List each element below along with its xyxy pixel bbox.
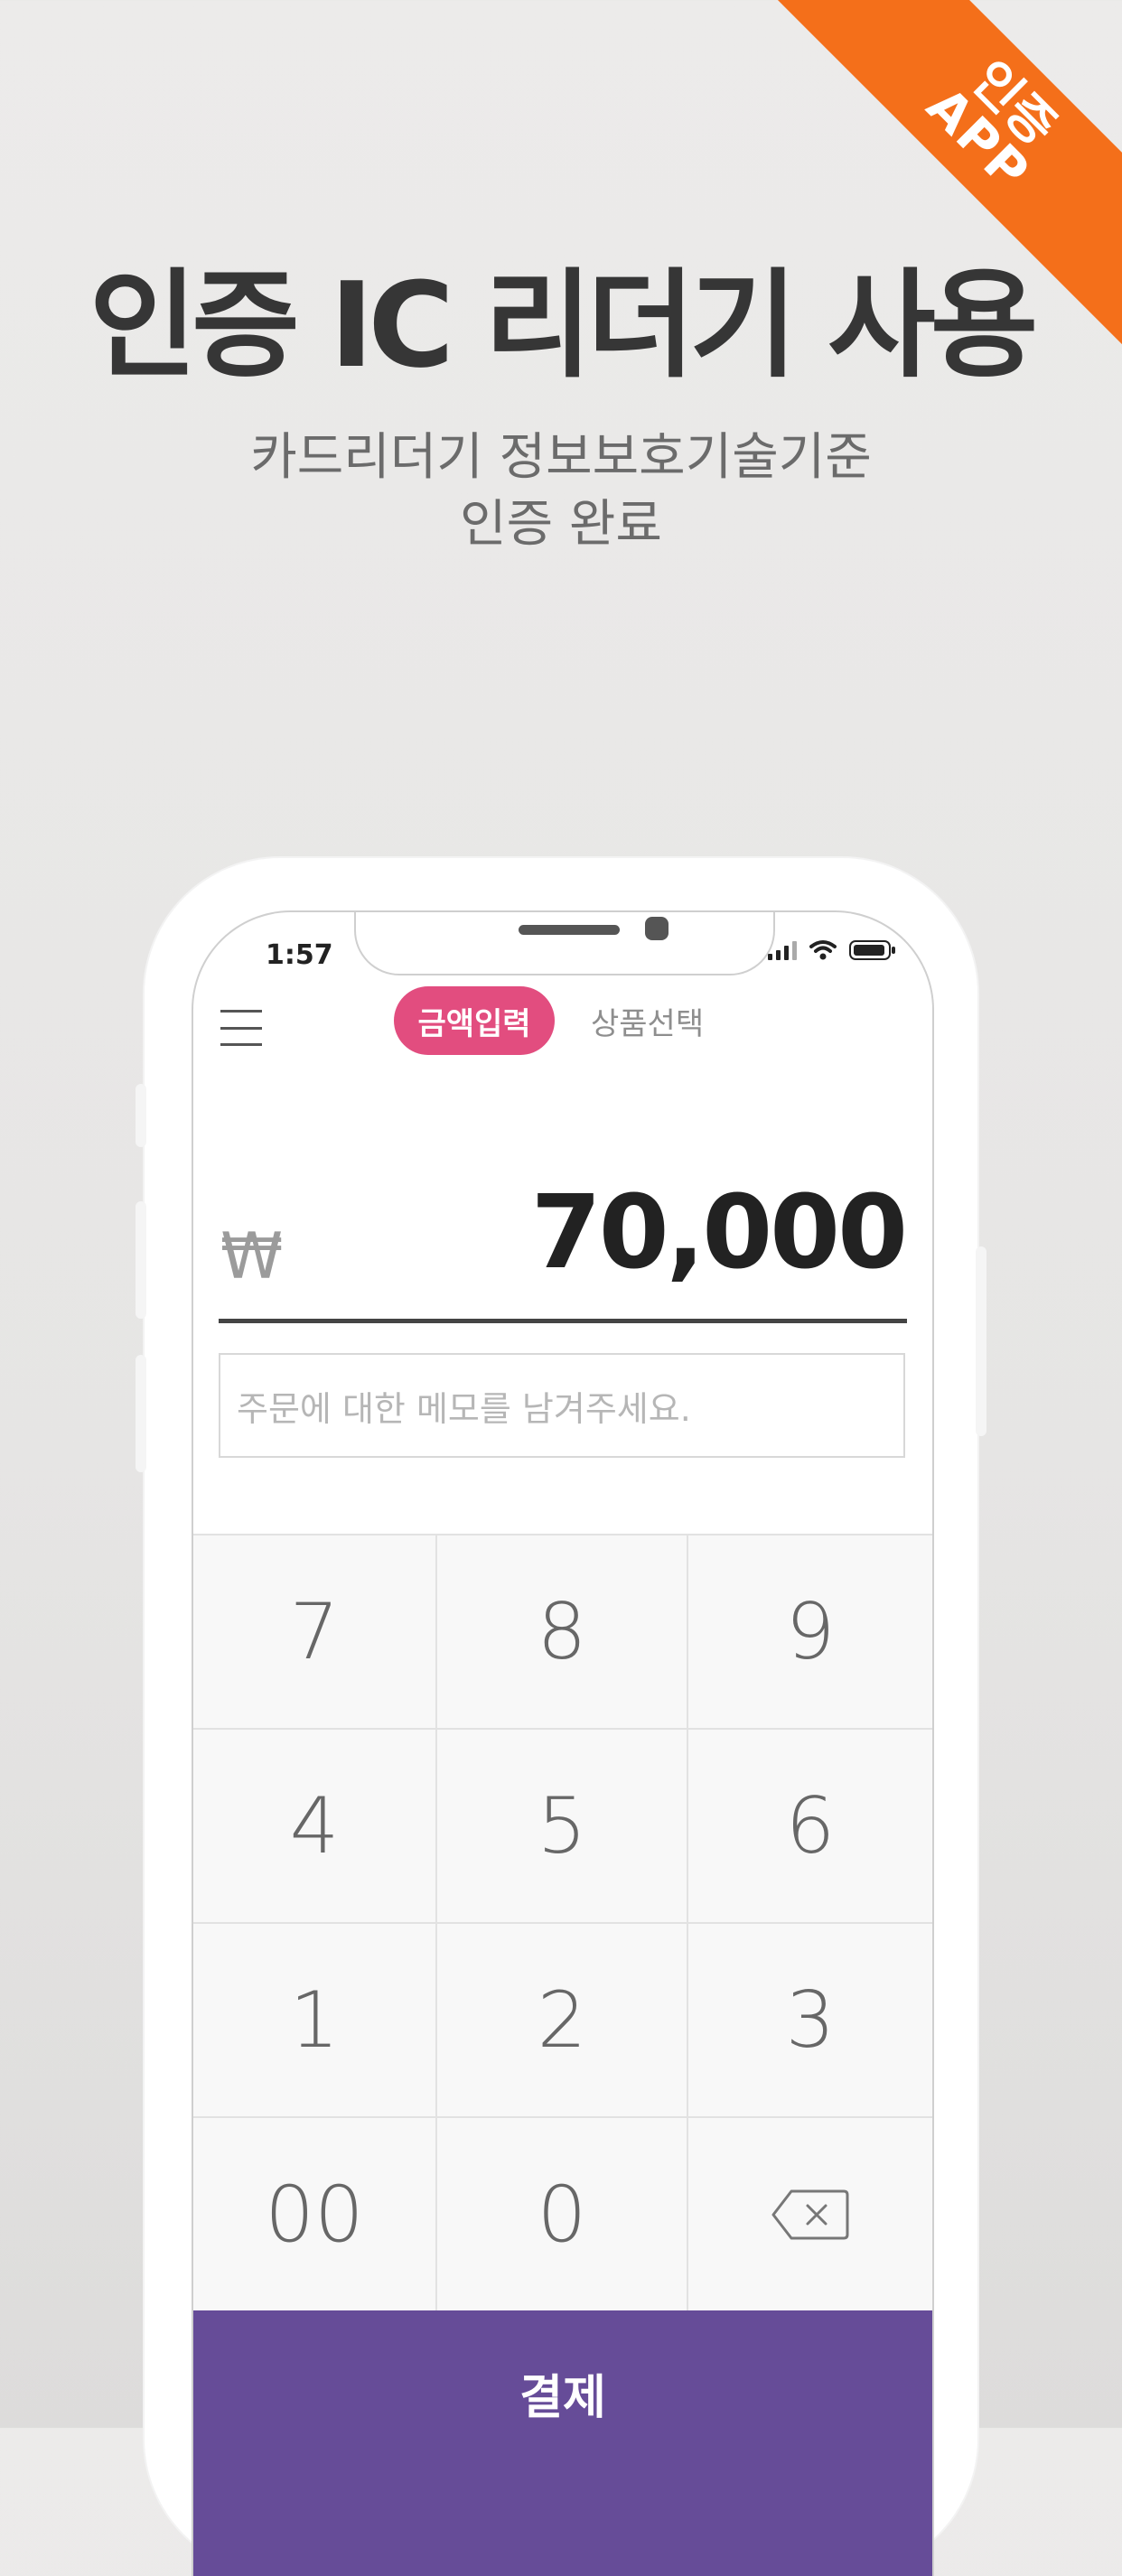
phone-volume-up <box>136 1201 146 1319</box>
status-icons <box>768 939 896 961</box>
page-subtitle: 카드리더기 정보보호기술기준 인증 완료 <box>0 425 1122 558</box>
currency-symbol: ₩ <box>220 1219 284 1293</box>
memo-input[interactable]: 주문에 대한 메모를 남겨주세요. <box>219 1353 905 1458</box>
phone-side-button <box>136 1084 146 1147</box>
wifi-icon <box>809 940 837 960</box>
amount-display: 70,000 <box>530 1174 908 1292</box>
key-4[interactable]: 4 <box>193 1730 437 1924</box>
key-1[interactable]: 1 <box>193 1924 437 2118</box>
page-headline: 인증 IC 리더기 사용 <box>89 257 1039 394</box>
signal-icon <box>768 940 797 960</box>
key-3[interactable]: 3 <box>688 1924 932 2118</box>
phone-volume-down <box>136 1355 146 1472</box>
hamburger-menu-icon[interactable] <box>220 1010 262 1046</box>
speaker-grille <box>519 925 620 935</box>
key-0[interactable]: 0 <box>437 2118 688 2312</box>
tab-amount-input[interactable]: 금액입력 <box>394 986 555 1055</box>
pay-button[interactable]: 결제 <box>193 2310 932 2576</box>
battery-icon <box>849 940 895 960</box>
tab-product-select[interactable]: 상품선택 <box>591 986 704 1055</box>
phone-power-button <box>976 1246 986 1436</box>
backspace-key[interactable] <box>688 2118 932 2312</box>
key-9[interactable]: 9 <box>688 1535 932 1730</box>
subtitle-line2: 인증 완료 <box>460 495 662 554</box>
key-2[interactable]: 2 <box>437 1924 688 2118</box>
key-5[interactable]: 5 <box>437 1730 688 1924</box>
key-6[interactable]: 6 <box>688 1730 932 1924</box>
subtitle-line1: 카드리더기 정보보호기술기준 <box>250 428 872 487</box>
amount-underline <box>219 1319 907 1323</box>
key-8[interactable]: 8 <box>437 1535 688 1730</box>
phone-notch <box>354 912 775 975</box>
numeric-keypad: 7 8 9 4 5 6 1 2 3 00 0 <box>193 1534 932 2312</box>
backspace-icon <box>771 2189 849 2239</box>
phone-screen: 1:57 금액입력 상품선택 ₩ 70,000 주문에 대한 메모를 남겨주세요 <box>192 910 934 2576</box>
front-camera <box>645 917 669 940</box>
key-7[interactable]: 7 <box>193 1535 437 1730</box>
status-time: 1:57 <box>266 939 333 971</box>
phone-mockup: 1:57 금액입력 상품선택 ₩ 70,000 주문에 대한 메모를 남겨주세요 <box>136 858 986 2576</box>
key-00[interactable]: 00 <box>193 2118 437 2312</box>
